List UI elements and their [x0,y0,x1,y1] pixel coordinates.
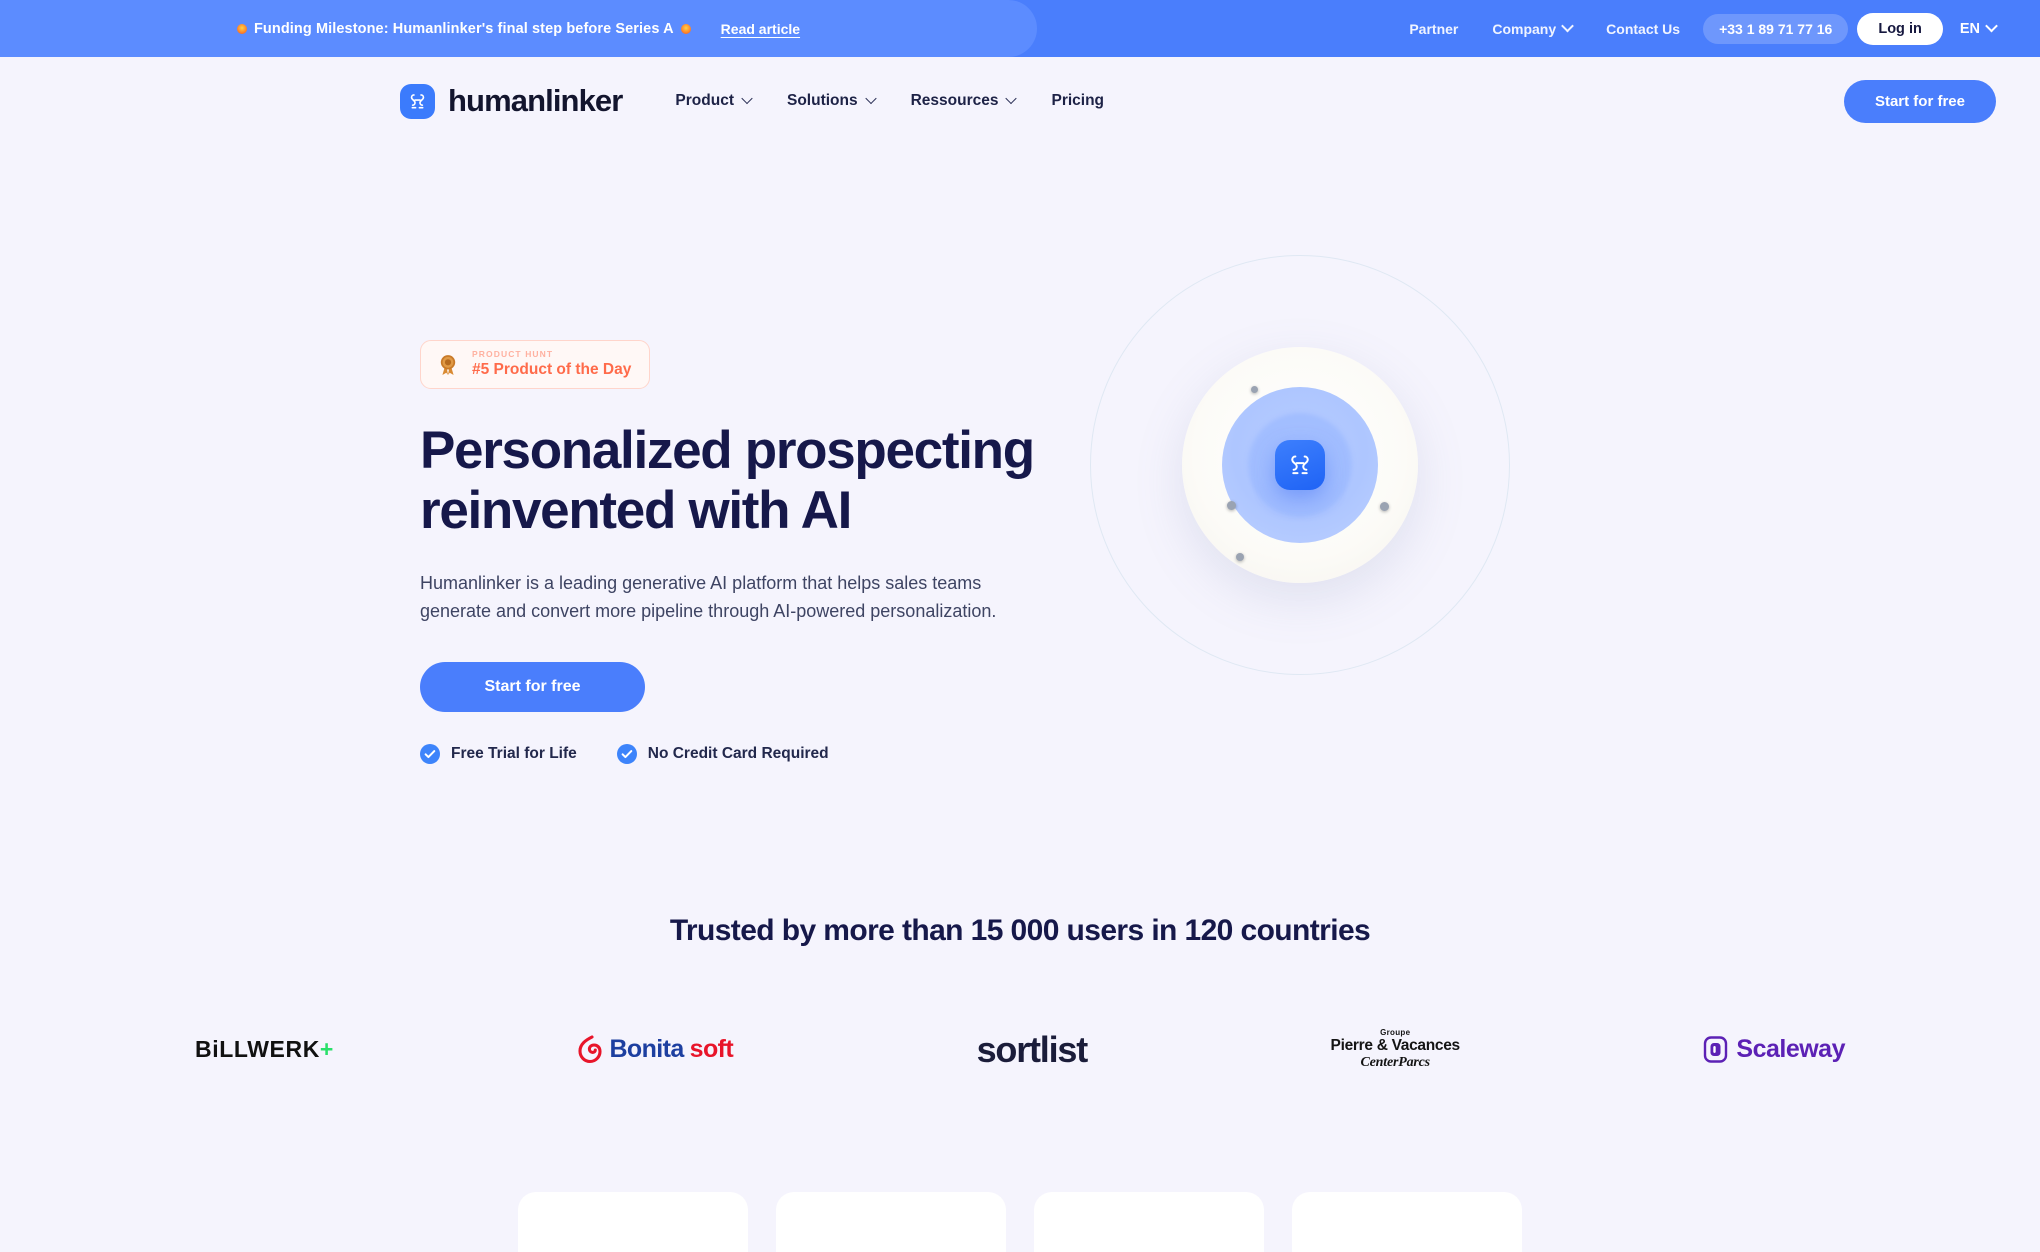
spark-icon [237,24,247,34]
hero-features: Free Trial for Life No Credit Card Requi… [420,744,1080,764]
nav-item-product[interactable]: Product [657,92,769,110]
peek-card[interactable] [776,1192,1006,1252]
billwerk-plus-accent: + [320,1036,334,1062]
logo-pierre-vacances: Groupe Pierre & Vacances CenterParcs [1331,1020,1460,1080]
orb-illustration [1090,255,1510,675]
nav-item-ressources-label: Ressources [911,92,999,110]
bottom-cards-row [0,1192,2040,1224]
hero-section: PRODUCT HUNT #5 Product of the Day Perso… [0,145,2040,764]
nav-start-for-free-button[interactable]: Start for free [1844,80,1996,123]
topbar-link-partner[interactable]: Partner [1392,21,1475,37]
product-hunt-title: #5 Product of the Day [472,360,631,379]
hero-feature-no-credit-card: No Credit Card Required [617,744,829,764]
humanlinker-logo-icon [1275,440,1325,490]
hero-content: PRODUCT HUNT #5 Product of the Day Perso… [420,245,1080,764]
brand-name: humanlinker [448,83,622,119]
language-selector[interactable]: EN [1960,21,1996,37]
orbit-dot [1227,501,1236,510]
nav-links: Product Solutions Ressources Pricing [657,92,1122,110]
billwerk-plus-logo-icon: BiLLWERK+ [195,1036,334,1063]
pv-centerparcs-label: CenterParcs [1331,1055,1460,1071]
topbar-link-contact-us[interactable]: Contact Us [1589,21,1697,37]
nav-item-pricing[interactable]: Pricing [1033,92,1122,110]
hero-illustration [1080,245,1996,764]
chevron-down-icon [1561,20,1574,33]
spark-icon [681,24,691,34]
nav-item-product-label: Product [675,92,734,110]
nav-item-solutions[interactable]: Solutions [769,92,893,110]
pv-main-label: Pierre & Vacances [1331,1037,1460,1055]
nav-item-solutions-label: Solutions [787,92,858,110]
read-article-link[interactable]: Read article [721,21,800,37]
hero-feature-free-trial-label: Free Trial for Life [451,745,577,763]
bonitasoft-logo-icon: Bonitasoft [577,1035,733,1065]
topbar-link-contact-us-label: Contact Us [1606,21,1680,37]
orbit-dot [1236,553,1244,561]
scaleway-text: Scaleway [1736,1035,1845,1064]
nav-item-pricing-label: Pricing [1051,92,1104,110]
topbar-link-partner-label: Partner [1409,21,1458,37]
hero-start-for-free-button[interactable]: Start for free [420,662,645,712]
phone-number-button[interactable]: +33 1 89 71 77 16 [1703,14,1848,44]
hero-feature-free-trial: Free Trial for Life [420,744,577,764]
peek-card[interactable] [518,1192,748,1252]
announcement-text-group: Funding Milestone: Humanlinker's final s… [237,21,691,37]
nav-item-ressources[interactable]: Ressources [893,92,1034,110]
trusted-heading: Trusted by more than 15 000 users in 120… [0,914,2040,948]
announcement-pill: Funding Milestone: Humanlinker's final s… [0,0,1037,57]
brand-logo[interactable]: humanlinker [400,83,622,119]
peek-card[interactable] [1292,1192,1522,1252]
pv-groupe-label: Groupe [1331,1028,1460,1037]
check-circle-icon [617,744,637,764]
topbar-right-group: Partner Company Contact Us +33 1 89 71 7… [1392,0,1996,57]
logo-scaleway: Scaleway [1703,1020,1845,1080]
logo-bonitasoft: Bonitasoft [577,1020,733,1080]
orbit-dot [1251,386,1258,393]
billwerk-text: BiLLWERK [195,1036,320,1062]
peek-card[interactable] [1034,1192,1264,1252]
scaleway-mark-icon [1703,1036,1728,1063]
hero-subheading: Humanlinker is a leading generative AI p… [420,569,1050,626]
announcement-bar: Funding Milestone: Humanlinker's final s… [0,0,2040,57]
medal-icon [435,352,461,378]
pierre-vacances-centerparcs-logo-icon: Groupe Pierre & Vacances CenterParcs [1331,1028,1460,1071]
topbar-link-company-label: Company [1492,21,1556,37]
scaleway-logo-icon: Scaleway [1703,1035,1845,1064]
bonitasoft-swirl-icon [577,1035,603,1065]
main-navigation: humanlinker Product Solutions Ressources… [0,57,2040,145]
product-hunt-badge-text-group: PRODUCT HUNT #5 Product of the Day [472,350,631,379]
logo-billwerk-plus: BiLLWERK+ [195,1020,334,1080]
client-logo-strip: BiLLWERK+ Bonitasoft sortlist Groupe Pie… [0,1020,2040,1080]
humanlinker-logo-icon [400,84,435,119]
language-selector-label: EN [1960,21,1980,37]
chevron-down-icon [865,93,876,104]
hero-feature-no-credit-card-label: No Credit Card Required [648,745,829,763]
topbar-link-company[interactable]: Company [1475,21,1589,37]
hero-heading: Personalized prospecting reinvented with… [420,421,1060,541]
logo-sortlist: sortlist [977,1020,1087,1080]
login-button[interactable]: Log in [1857,13,1943,45]
check-circle-icon [420,744,440,764]
product-hunt-kicker: PRODUCT HUNT [472,350,631,360]
chevron-down-icon [1006,93,1017,104]
orbit-dot [1380,502,1389,511]
product-hunt-badge[interactable]: PRODUCT HUNT #5 Product of the Day [420,340,650,389]
sortlist-logo-icon: sortlist [977,1029,1087,1071]
chevron-down-icon [1985,20,1998,33]
chevron-down-icon [741,93,752,104]
bonitasoft-text-primary: Bonita [609,1035,683,1064]
bonitasoft-text-secondary: soft [690,1035,733,1064]
announcement-text: Funding Milestone: Humanlinker's final s… [254,21,674,37]
